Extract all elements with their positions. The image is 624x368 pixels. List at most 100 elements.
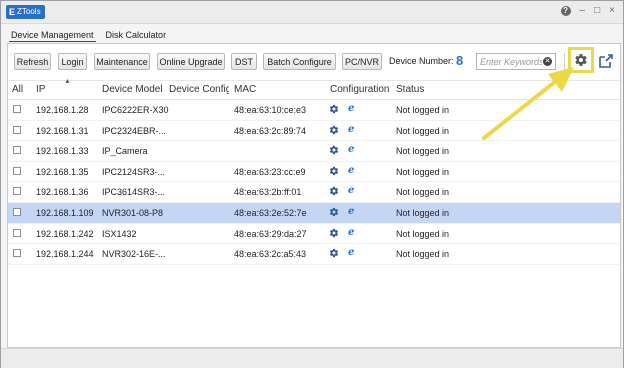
- app-window: E ZTools ? – □ × Device Management Disk C…: [0, 0, 624, 368]
- gear-icon[interactable]: [329, 248, 339, 258]
- web-config-icon[interactable]: e: [348, 165, 354, 176]
- row-checkbox[interactable]: [13, 249, 21, 258]
- table-header: All IP ▲ Device Model Device Config MAC …: [8, 78, 620, 100]
- row-checkbox[interactable]: [13, 166, 21, 175]
- row-ip: 192.168.1.36: [36, 187, 89, 198]
- maximize-button[interactable]: □: [594, 5, 600, 17]
- app-logo: E ZTools: [6, 5, 45, 19]
- tab-disk-calculator[interactable]: Disk Calculator: [104, 28, 169, 42]
- dst-button[interactable]: DST: [231, 53, 257, 70]
- gear-icon[interactable]: [329, 186, 339, 196]
- row-checkbox[interactable]: [13, 187, 21, 196]
- row-status: Not logged in: [396, 228, 450, 239]
- export-button[interactable]: [598, 53, 614, 69]
- minimize-button[interactable]: –: [580, 5, 586, 17]
- app-logo-text: ZTools: [17, 7, 41, 16]
- row-status: Not logged in: [396, 207, 450, 218]
- window-controls: ? – □ ×: [560, 5, 615, 17]
- gear-icon[interactable]: [329, 228, 339, 238]
- close-button[interactable]: ×: [609, 5, 615, 17]
- row-device-model: IP_Camera: [102, 146, 148, 157]
- column-header-all[interactable]: All: [12, 84, 23, 95]
- maintenance-button[interactable]: Maintenance: [94, 53, 150, 70]
- online-upgrade-button[interactable]: Online Upgrade: [157, 53, 225, 70]
- tab-device-management[interactable]: Device Management: [9, 28, 96, 42]
- row-mac: 48:ea:63:2c:89:74: [234, 125, 307, 136]
- refresh-button[interactable]: Refresh: [14, 53, 51, 70]
- column-header-configuration[interactable]: Configuration: [330, 84, 389, 95]
- device-management-panel: Refresh Login Maintenance Online Upgrade…: [7, 43, 621, 348]
- gear-icon[interactable]: [329, 125, 339, 135]
- row-device-model: ISX1432: [102, 228, 137, 239]
- row-checkbox[interactable]: [13, 228, 21, 237]
- table-row[interactable]: 192.168.1.109 NVR301-08-P8 48:ea:63:2e:52:…: [8, 202, 620, 224]
- column-header-status[interactable]: Status: [396, 84, 424, 95]
- status-bar: [1, 348, 623, 368]
- settings-button[interactable]: [568, 47, 594, 73]
- table-row[interactable]: 192.168.1.244 NVR302-16E-... 48:ea:63:2c:a…: [8, 244, 620, 265]
- web-config-icon[interactable]: e: [348, 124, 354, 135]
- row-mac: 48:ea:63:10:ce:e3: [234, 105, 307, 115]
- table-row[interactable]: 192.168.1.242 ISX1432 48:ea:63:29:da:27 e No…: [8, 224, 620, 245]
- search-input[interactable]: [477, 54, 542, 69]
- tab-bar: Device Management Disk Calculator: [9, 28, 168, 42]
- gear-icon[interactable]: [329, 207, 339, 217]
- row-status: Not logged in: [396, 125, 450, 136]
- row-mac: 48:ea:63:2e:52:7e: [234, 207, 307, 218]
- row-device-model: IPC3614SR3-...: [102, 187, 166, 198]
- row-device-model: NVR302-16E-...: [102, 249, 166, 260]
- web-config-icon[interactable]: e: [348, 227, 354, 238]
- row-status: Not logged in: [396, 187, 450, 198]
- title-bar[interactable]: E ZTools ? – □ ×: [1, 1, 623, 24]
- web-config-icon[interactable]: e: [348, 144, 354, 155]
- row-device-model: IPC6222ER-X30: [102, 105, 169, 115]
- web-config-icon[interactable]: e: [348, 247, 354, 258]
- device-number-label: Device Number:: [389, 56, 454, 66]
- row-mac: 48:ea:63:29:da:27: [234, 228, 307, 239]
- web-config-icon[interactable]: e: [348, 206, 354, 217]
- help-icon[interactable]: ?: [560, 6, 571, 16]
- table-row[interactable]: 192.168.1.31 IPC2324EBR-... 48:ea:63:2c:89…: [8, 121, 620, 142]
- table-row[interactable]: 192.168.1.28 IPC6222ER-X30 48:ea:63:10:ce:…: [8, 100, 620, 121]
- row-ip: 192.168.1.35: [36, 166, 89, 177]
- gear-icon[interactable]: [329, 104, 339, 114]
- login-button[interactable]: Login: [58, 53, 87, 70]
- gear-icon[interactable]: [329, 166, 339, 176]
- table-row[interactable]: 192.168.1.33 IP_Camera e Not logged in: [8, 141, 620, 162]
- search-box[interactable]: ✕: [476, 53, 556, 70]
- row-status: Not logged in: [396, 146, 450, 157]
- web-config-icon[interactable]: e: [348, 103, 354, 114]
- row-ip: 192.168.1.31: [36, 125, 89, 136]
- pcnvr-button[interactable]: PC/NVR: [342, 53, 382, 70]
- table-row[interactable]: 192.168.1.35 IPC2124SR3-... 48:ea:63:23:cc…: [8, 162, 620, 183]
- clear-search-icon[interactable]: ✕: [543, 57, 552, 66]
- row-device-model: IPC2324EBR-...: [102, 125, 167, 136]
- row-checkbox[interactable]: [13, 207, 21, 216]
- row-ip: 192.168.1.28: [36, 105, 89, 115]
- column-header-ip[interactable]: IP: [36, 84, 45, 95]
- web-config-icon[interactable]: e: [348, 185, 354, 196]
- column-header-device-model[interactable]: Device Model: [102, 84, 162, 95]
- row-status: Not logged in: [396, 249, 450, 260]
- table-row[interactable]: 192.168.1.36 IPC3614SR3-... 48:ea:63:2b:ff…: [8, 182, 620, 203]
- batch-configure-button[interactable]: Batch Configure: [263, 53, 336, 70]
- row-mac: 48:ea:63:2b:ff:01: [234, 187, 302, 198]
- column-header-mac[interactable]: MAC: [234, 84, 256, 95]
- row-device-model: IPC2124SR3-...: [102, 166, 166, 177]
- row-checkbox[interactable]: [13, 125, 21, 134]
- row-ip: 192.168.1.244: [36, 249, 94, 260]
- row-ip: 192.168.1.33: [36, 146, 89, 157]
- gear-icon[interactable]: [329, 145, 339, 155]
- toolbar: Refresh Login Maintenance Online Upgrade…: [8, 44, 620, 81]
- row-ip: 192.168.1.109: [36, 207, 94, 218]
- app-logo-letter: E: [9, 7, 16, 17]
- export-icon: [599, 54, 613, 68]
- table-body: 192.168.1.28 IPC6222ER-X30 48:ea:63:10:ce:…: [8, 100, 620, 265]
- column-header-device-config[interactable]: Device Config: [169, 84, 229, 95]
- row-status: Not logged in: [396, 105, 450, 115]
- row-checkbox[interactable]: [13, 146, 21, 155]
- row-checkbox[interactable]: [13, 105, 21, 113]
- row-status: Not logged in: [396, 166, 450, 177]
- row-mac: 48:ea:63:23:cc:e9: [234, 166, 306, 177]
- toolbar-divider: [564, 53, 565, 71]
